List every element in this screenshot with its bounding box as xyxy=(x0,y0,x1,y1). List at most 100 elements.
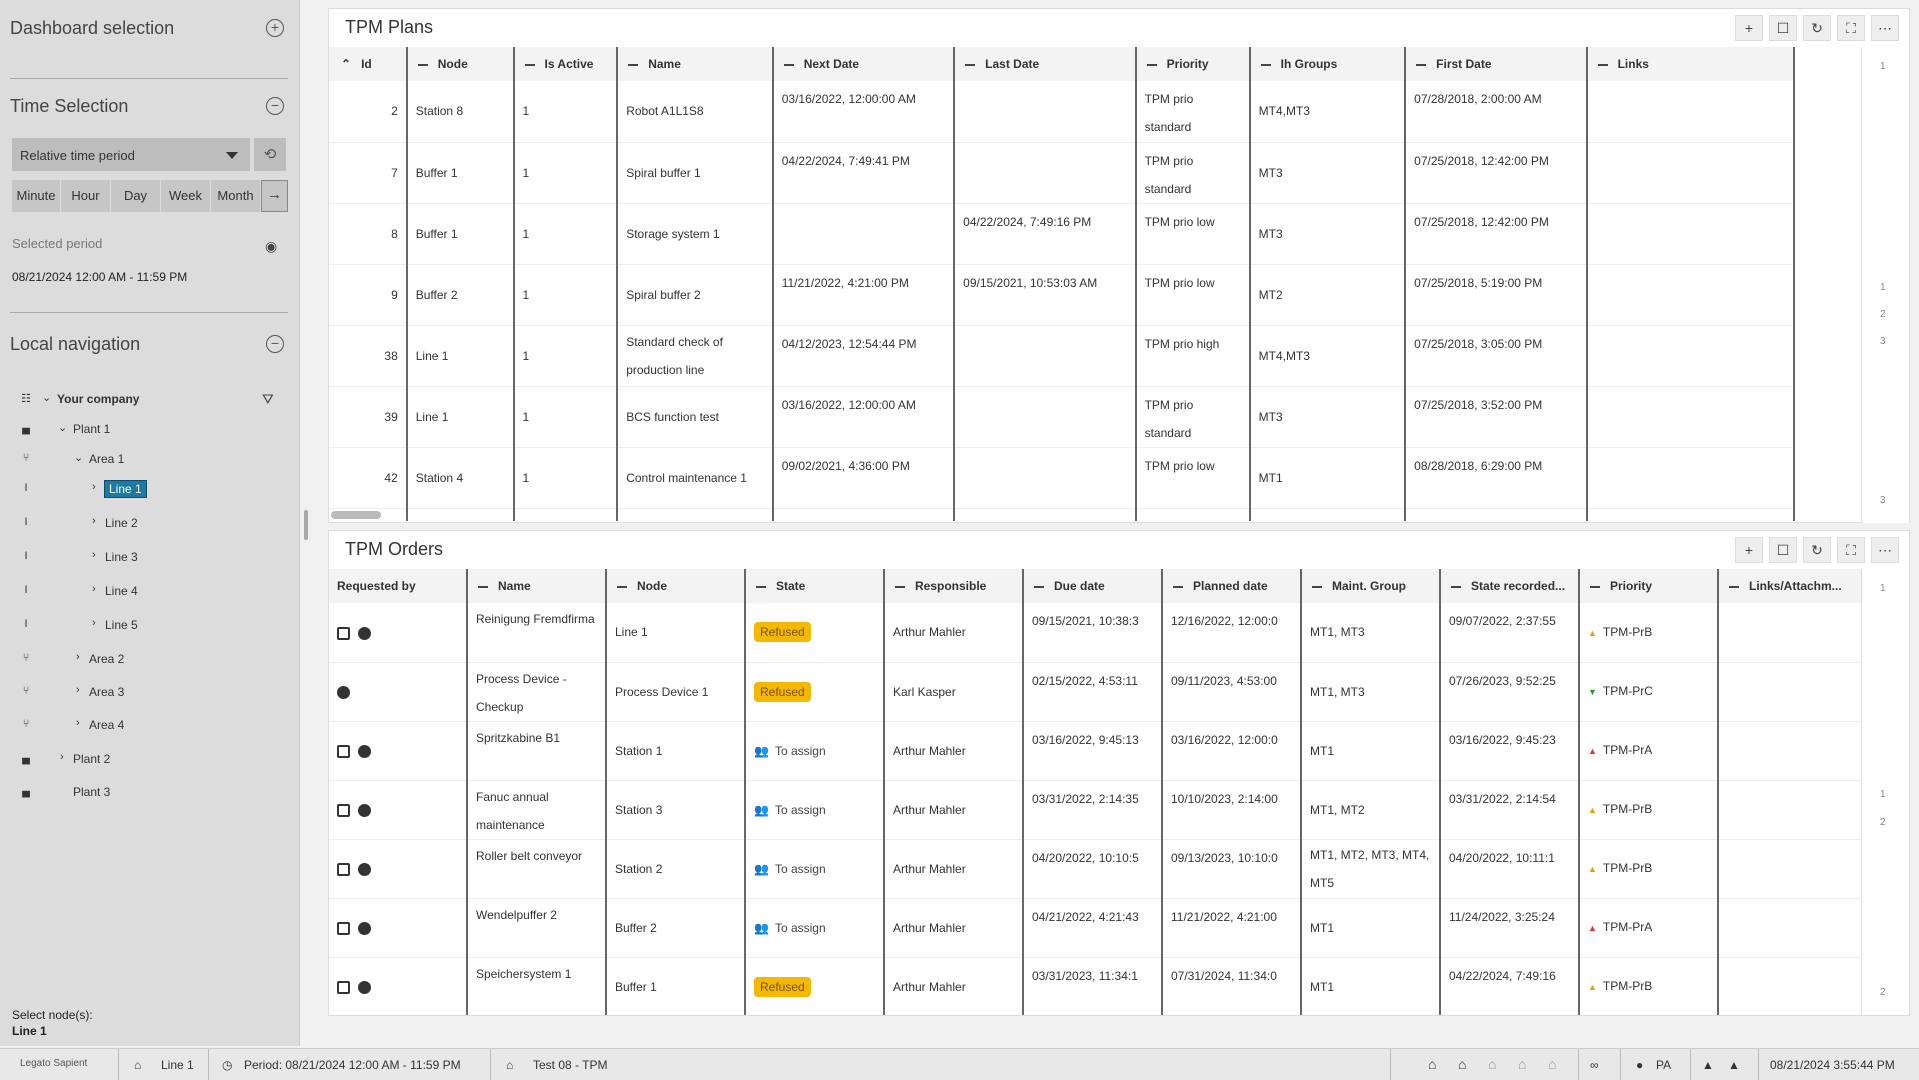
table-row[interactable]: Spritzkabine B1 Station 1 👥 To assign Arthur… xyxy=(329,721,1863,781)
column-menu-icon[interactable] xyxy=(1034,585,1044,588)
tree-node-area-3[interactable]: ⑂ › Area 3 xyxy=(0,681,300,705)
column-menu-icon[interactable] xyxy=(965,63,976,66)
table-row[interactable]: 39 Line 1 1 BCS function test 03/16/2022, 12… xyxy=(329,386,1796,448)
home-icon[interactable]: ⌂ xyxy=(1548,1056,1556,1072)
column-header[interactable]: Links/Attachm... xyxy=(1718,569,1863,603)
calendar-icon[interactable] xyxy=(337,744,350,758)
tree-node-line-5[interactable]: I › Line 5 xyxy=(0,614,300,638)
chevron-down-icon[interactable]: ⌄ xyxy=(74,451,83,464)
home-icon[interactable]: ⌂ xyxy=(134,1058,141,1072)
tree-node-your-company[interactable]: ☷ ⌄ Your company xyxy=(0,388,300,412)
week-button[interactable]: Week xyxy=(161,180,211,212)
chevron-right-icon[interactable]: › xyxy=(92,515,96,527)
warning-icon[interactable]: ▲ xyxy=(1702,1058,1714,1072)
table-row[interactable]: Fanuc annual maintenance Station 3 👥 To ass… xyxy=(329,780,1863,840)
table-row[interactable]: 2 Station 8 1 Robot A1L1S8 03/16/2022, 12:00… xyxy=(329,81,1796,143)
tree-node-area-2[interactable]: ⑂ › Area 2 xyxy=(0,648,300,672)
hour-button[interactable]: Hour xyxy=(61,180,111,212)
fullscreen-icon[interactable]: ⛶ xyxy=(1837,537,1865,563)
calendar-icon[interactable] xyxy=(337,626,350,640)
tree-node-area-4[interactable]: ⑂ › Area 4 xyxy=(0,714,300,738)
status-dashboard[interactable]: Test 08 - TPM xyxy=(533,1058,607,1072)
column-menu-icon[interactable] xyxy=(1729,585,1739,588)
history-icon[interactable]: ⟲ xyxy=(254,138,286,171)
person-icon[interactable] xyxy=(358,862,371,876)
day-button[interactable]: Day xyxy=(111,180,161,212)
person-icon[interactable] xyxy=(358,744,371,758)
column-header[interactable]: Requested by xyxy=(329,569,468,603)
home-icon[interactable]: ⌂ xyxy=(1518,1056,1526,1072)
sort-up-icon[interactable]: ⌃ xyxy=(341,57,351,71)
calendar-icon[interactable] xyxy=(337,980,350,994)
column-header[interactable]: Next Date xyxy=(772,47,956,81)
column-header[interactable]: State recorded... xyxy=(1440,569,1580,603)
column-header[interactable]: Planned date xyxy=(1162,569,1302,603)
tree-node-line-2[interactable]: I › Line 2 xyxy=(0,512,300,536)
column-header[interactable]: Maint. Group xyxy=(1301,569,1441,603)
home-icon[interactable]: ⌂ xyxy=(1458,1056,1466,1072)
status-node[interactable]: Line 1 xyxy=(161,1058,194,1072)
tree-node-line-3[interactable]: I › Line 3 xyxy=(0,546,300,570)
table-row[interactable]: Process Device - Checkup Process Device 1… xyxy=(329,662,1863,722)
column-header[interactable]: Name xyxy=(467,569,607,603)
home-icon[interactable]: ⌂ xyxy=(1488,1056,1496,1072)
column-menu-icon[interactable] xyxy=(895,585,905,588)
column-header[interactable]: Is Active xyxy=(513,47,619,81)
column-menu-icon[interactable] xyxy=(628,63,639,66)
calendar-icon[interactable] xyxy=(337,862,350,876)
chevron-right-icon[interactable]: › xyxy=(92,481,96,493)
refresh-icon[interactable]: ↻ xyxy=(1803,15,1831,41)
table-row[interactable]: 42 Station 4 1 Control maintenance 1 09/02/2… xyxy=(329,447,1796,509)
chevron-right-icon[interactable]: › xyxy=(92,583,96,595)
column-header[interactable]: Priority xyxy=(1135,47,1251,81)
window-icon[interactable]: ☐ xyxy=(1769,537,1797,563)
month-button[interactable]: Month xyxy=(211,180,261,212)
person-icon[interactable] xyxy=(358,921,371,935)
calendar-icon[interactable] xyxy=(337,921,350,935)
table-row[interactable]: Roller belt conveyor Station 2 👥 To assign A… xyxy=(329,839,1863,899)
column-header[interactable]: Node xyxy=(606,569,746,603)
more-icon[interactable]: ⋯ xyxy=(1871,537,1899,563)
add-dashboard-icon[interactable]: + xyxy=(266,19,284,37)
horizontal-scrollbar[interactable] xyxy=(331,511,381,519)
sidebar-resize-handle[interactable] xyxy=(304,510,308,540)
chevron-right-icon[interactable]: › xyxy=(76,651,80,663)
add-icon[interactable]: + xyxy=(1735,537,1763,563)
relative-time-select[interactable]: Relative time period xyxy=(12,138,250,171)
collapse-navigation-icon[interactable]: − xyxy=(266,335,284,353)
tree-node-plant-1[interactable]: ▄ ⌄ Plant 1 xyxy=(0,418,300,442)
column-menu-icon[interactable] xyxy=(1312,585,1322,588)
refresh-icon[interactable]: ↻ xyxy=(1803,537,1831,563)
column-header[interactable]: State xyxy=(745,569,885,603)
column-header[interactable]: Name xyxy=(617,47,774,81)
column-header[interactable]: Last Date xyxy=(954,47,1137,81)
table-row[interactable]: 44Station 31Fanuc annual10/10/2023, 2:14… xyxy=(329,508,1796,521)
table-row[interactable]: 9 Buffer 2 1 Spiral buffer 2 11/21/2022, 4:2… xyxy=(329,264,1796,326)
column-menu-icon[interactable] xyxy=(1590,585,1600,588)
chevron-down-icon[interactable]: ⌄ xyxy=(58,421,67,434)
bell-icon[interactable]: ▲ xyxy=(1728,1058,1740,1072)
column-header[interactable]: First Date xyxy=(1405,47,1588,81)
person-icon[interactable] xyxy=(358,803,371,817)
calendar-icon[interactable] xyxy=(337,803,350,817)
column-menu-icon[interactable] xyxy=(1260,63,1271,66)
collapse-time-icon[interactable]: − xyxy=(266,97,284,115)
chevron-right-icon[interactable]: › xyxy=(92,549,96,561)
column-header[interactable]: Node xyxy=(406,47,515,81)
more-icon[interactable]: ⋯ xyxy=(1871,15,1899,41)
column-menu-icon[interactable] xyxy=(783,63,794,66)
table-row[interactable]: 38 Line 1 1 Standard check of production li… xyxy=(329,325,1796,387)
table-row[interactable]: Wendelpuffer 2 Buffer 2 👥 To assign Arthur M… xyxy=(329,898,1863,958)
person-icon[interactable] xyxy=(358,980,371,994)
chevron-right-icon[interactable]: › xyxy=(76,717,80,729)
minute-button[interactable]: Minute xyxy=(12,180,61,212)
arrow-right-icon[interactable]: → xyxy=(261,180,288,212)
column-header[interactable]: Responsible xyxy=(884,569,1024,603)
eye-icon[interactable]: ◉ xyxy=(265,238,277,255)
chevron-down-icon[interactable]: ⌄ xyxy=(42,391,51,404)
fullscreen-icon[interactable]: ⛶ xyxy=(1837,15,1865,41)
column-menu-icon[interactable] xyxy=(417,63,428,66)
tree-node-line-4[interactable]: I › Line 4 xyxy=(0,580,300,604)
user-initials[interactable]: PA xyxy=(1656,1058,1671,1072)
column-header[interactable]: Due date xyxy=(1023,569,1163,603)
